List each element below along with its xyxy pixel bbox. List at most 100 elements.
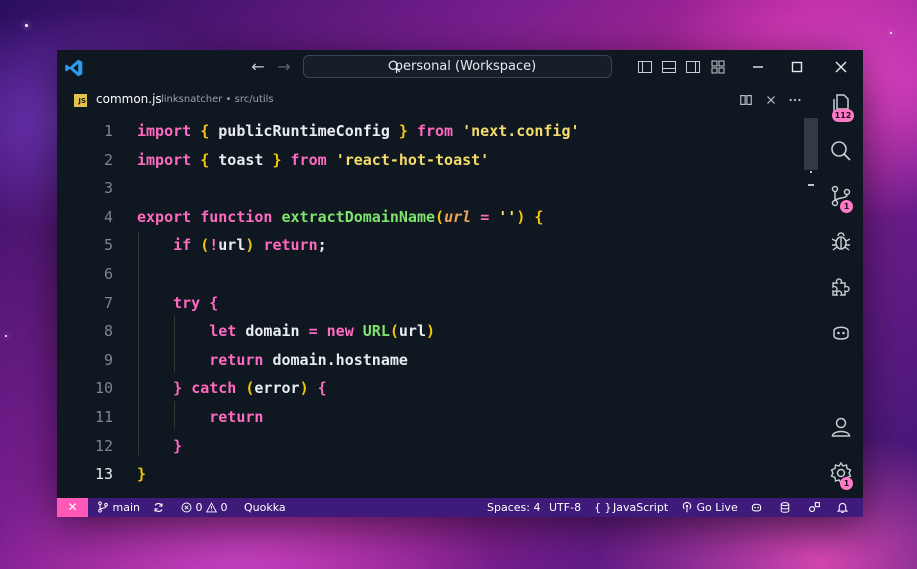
command-center-search[interactable]: personal (Workspace) [303,55,612,78]
code-text: export function extractDomainName(url = … [137,203,543,231]
search-label: personal (Workspace) [394,59,537,74]
code-token: url [218,236,246,255]
code-token: { [317,379,327,398]
arrow-left-icon[interactable]: ← [249,58,267,76]
code-token: function [200,207,273,226]
code-token: { [200,122,210,140]
close-icon[interactable] [832,58,850,76]
code-text: } [137,460,146,488]
code-line[interactable]: 6 [57,260,804,288]
minimize-icon[interactable] [749,58,767,76]
code-token: url [444,207,472,226]
quokka-status[interactable]: Quokka [244,498,286,517]
encoding-status[interactable]: UTF-8 [549,498,581,517]
code-text: try { [137,289,218,317]
remote-indicator-icon[interactable]: ✕ [57,498,88,517]
code-line[interactable]: 7 try { [57,289,804,317]
code-line[interactable]: 11 return [57,403,804,431]
branch-indicator[interactable]: main [97,498,140,517]
notifications-bell-icon[interactable] [836,501,849,514]
search-icon[interactable] [829,139,853,163]
code-token: export [137,207,192,226]
indentation-status[interactable]: Spaces: 4 [487,498,540,517]
toggle-panel-icon[interactable] [661,59,677,75]
code-text: import { publicRuntimeConfig } from 'nex… [137,117,580,145]
code-token: return [209,408,264,426]
code-line[interactable]: 13} [57,460,804,488]
code-token: from [290,150,327,169]
code-line[interactable]: 4 export function extractDomainName(url =… [57,203,804,231]
sync-icon[interactable] [153,502,164,513]
feedback-icon[interactable] [808,501,821,514]
code-token: import [137,150,192,169]
code-line[interactable]: 3 [57,174,804,202]
language-mode[interactable]: JavaScript [613,498,668,517]
debug-icon[interactable] [829,229,853,253]
editor-tab-common-js[interactable]: JS common.js linksnatcher • src/utils [57,86,317,114]
background-star [25,24,28,27]
code-token: = [308,322,318,341]
toggle-secondary-sidebar-icon[interactable] [685,59,701,75]
extensions-icon[interactable] [829,275,853,299]
code-line[interactable]: 8 let domain = new URL(url) [57,317,804,345]
code-token: ) [516,207,526,226]
code-text: let domain = new URL(url) [137,317,435,345]
scrollbar-marker [810,171,812,173]
title-bar: ← → personal (Workspace) [57,50,863,86]
account-icon[interactable] [829,415,853,439]
code-token: catch [191,379,237,398]
code-token: error [254,379,300,398]
code-token: domain [245,322,300,341]
scrollbar-thumb[interactable] [804,118,818,170]
problems-indicator[interactable]: 0 0 [181,498,228,517]
tab-file-name: common.js [96,92,162,106]
toggle-primary-sidebar-icon[interactable] [637,59,653,75]
code-token: } [173,379,183,398]
warning-icon [205,502,218,513]
line-number: 12 [94,436,113,455]
code-line[interactable]: 5 if (!url) return; [57,231,804,259]
split-editor-icon[interactable] [739,93,753,107]
code-line[interactable]: 9 return domain.hostname [57,346,804,374]
git-branch-icon [98,501,108,513]
code-text: import { toast } from 'react-hot-toast' [137,146,489,174]
code-line[interactable]: 12 } [57,432,804,460]
line-number: 8 [103,322,113,341]
maximize-icon[interactable] [788,58,806,76]
line-number: 5 [103,236,113,255]
more-actions-icon[interactable] [788,93,802,107]
code-line[interactable]: 10 } catch (error) { [57,374,804,402]
code-token: = [480,207,490,226]
code-text: } [137,432,182,460]
background-star [890,32,892,34]
line-number: 4 [103,207,113,226]
editor-scrollbar[interactable] [804,114,820,498]
arrow-right-icon[interactable]: → [275,58,293,76]
error-count: 0 [195,501,203,514]
line-number: 13 [94,465,113,484]
copilot-status-icon[interactable] [750,501,763,514]
close-editor-icon[interactable] [764,93,778,107]
code-token: } [137,465,147,484]
code-token: URL [362,322,390,341]
go-live-button[interactable]: Go Live [681,498,738,517]
code-line[interactable]: 2 import { toast } from 'react-hot-toast' [57,146,804,174]
database-icon[interactable] [779,501,791,514]
code-editor[interactable]: 1 import { publicRuntimeConfig } from 'ne… [57,114,804,498]
code-token: } [272,150,282,169]
code-line[interactable]: 1 import { publicRuntimeConfig } from 'ne… [57,117,804,145]
customize-layout-icon[interactable] [710,59,726,75]
copilot-icon[interactable] [829,321,853,345]
editor-tab-bar: JS common.js linksnatcher • src/utils [57,86,825,114]
